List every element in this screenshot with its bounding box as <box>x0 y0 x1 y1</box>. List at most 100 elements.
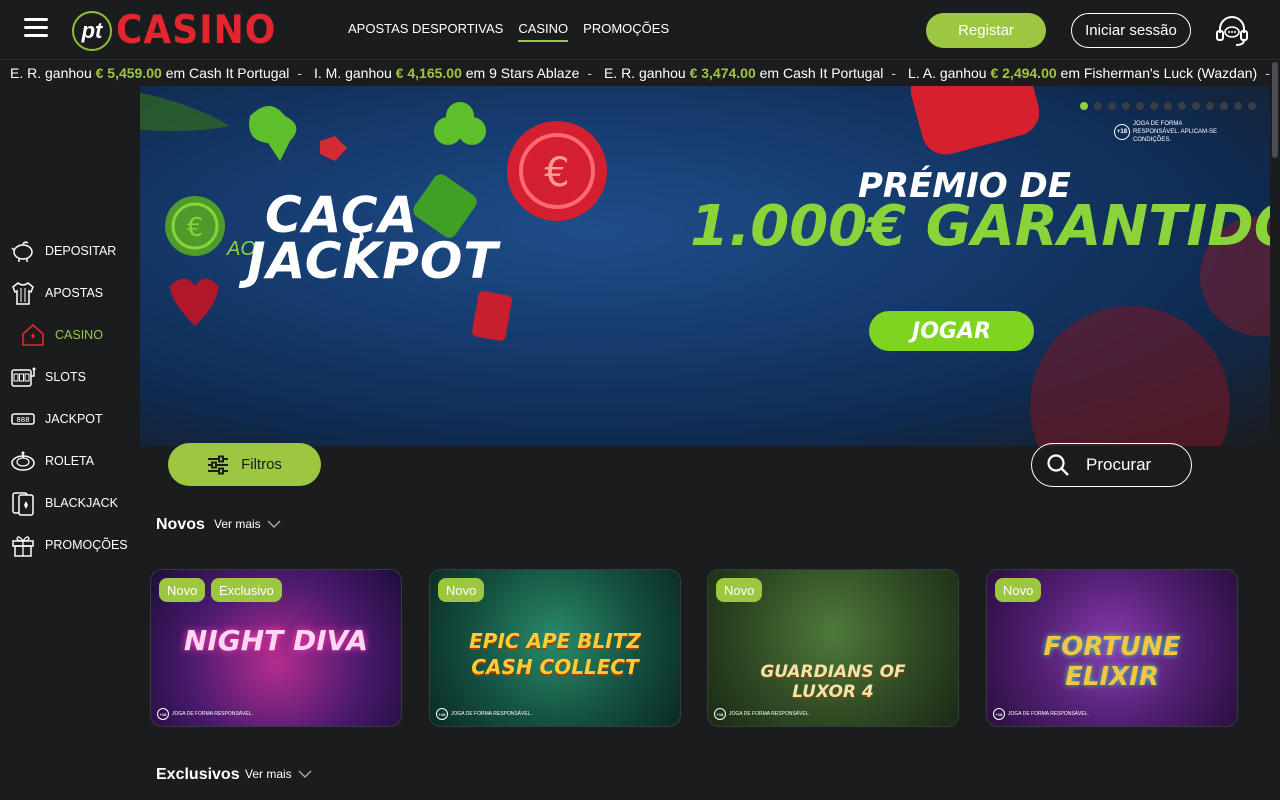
ticker-amount: € 4,165.00 <box>395 65 462 81</box>
hero-title-line2: JACKPOT <box>247 232 499 290</box>
top-bar: pt CASINO APOSTAS DESPORTIVAS CASINO PRO… <box>0 0 1280 60</box>
chevron-down-icon <box>267 520 281 528</box>
search-icon <box>1047 454 1069 476</box>
ticker-name: I. M. ganhou <box>313 65 392 81</box>
nav-promocoes[interactable]: PROMOÇÕES <box>583 21 669 42</box>
ticker-amount: € 5,459.00 <box>95 65 162 81</box>
search-placeholder: Procurar <box>1086 455 1152 474</box>
ticker-game: em Fisherman's Luck (Wazdan) <box>1060 65 1258 81</box>
game-title: NIGHT DIVA <box>183 624 369 657</box>
roulette-icon <box>11 451 35 471</box>
support-headset-icon[interactable] <box>1214 13 1250 49</box>
card-responsible-note: +18 JOGA DE FORMA RESPONSÁVEL. <box>157 708 253 720</box>
jackpot-icon: 888 <box>11 413 35 425</box>
sidebar-item-slots[interactable]: SLOTS <box>10 362 86 392</box>
game-title: GUARDIANS OF LUXOR 4 <box>760 662 906 702</box>
jogar-button[interactable]: JOGAR <box>869 311 1034 351</box>
hero-banner[interactable]: € € CAÇA AO JACKPOT PRÉMIO DE 1.000€ GAR… <box>140 86 1270 446</box>
sidebar-item-label: SLOTS <box>45 370 86 384</box>
age-badge: +18 <box>436 708 448 720</box>
winners-ticker: E. R. ganhou € 5,459.00 em Cash It Portu… <box>0 61 1280 86</box>
sidebar-item-jackpot[interactable]: 888 JACKPOT <box>10 404 103 434</box>
carousel-dot[interactable] <box>1234 102 1242 110</box>
carousel-dot[interactable] <box>1136 102 1144 110</box>
game-card-fortune-elixir[interactable]: Novo FORTUNE ELIXIR +18 JOGA DE FORMA RES… <box>986 569 1238 727</box>
scrollbar-thumb[interactable] <box>1272 62 1278 158</box>
sidebar-item-blackjack[interactable]: BLACKJACK <box>10 488 118 518</box>
game-card-guardians-of-luxor[interactable]: Novo GUARDIANS OF LUXOR 4 +18 JOGA DE FOR… <box>707 569 959 727</box>
logo[interactable]: pt CASINO <box>72 7 277 54</box>
register-button[interactable]: Registar <box>926 13 1046 48</box>
ticker-game: em Cash It Portugal <box>165 65 290 81</box>
age-badge: +18 <box>1114 124 1130 140</box>
sidebar-item-apostas[interactable]: APOSTAS <box>10 278 103 308</box>
main-nav: APOSTAS DESPORTIVAS CASINO PROMOÇÕES <box>348 21 669 42</box>
game-card-epic-ape[interactable]: Novo EPIC APE BLITZ CASH COLLECT +18 JOGA… <box>429 569 681 727</box>
sidebar-item-casino[interactable]: CASINO <box>20 320 103 350</box>
game-card-night-diva[interactable]: Novo Exclusivo NIGHT DIVA +18 JOGA DE FOR… <box>150 569 402 727</box>
carousel-dot[interactable] <box>1248 102 1256 110</box>
sidebar-item-label: JACKPOT <box>45 412 103 426</box>
carousel-dot[interactable] <box>1220 102 1228 110</box>
sliders-icon <box>208 455 229 474</box>
svg-text:€: € <box>544 150 569 196</box>
ver-mais-exclusivos[interactable]: Ver mais <box>245 767 312 781</box>
ver-mais-label: Ver mais <box>245 767 292 781</box>
badge-exclusivo: Exclusivo <box>211 578 282 602</box>
game-title: EPIC APE BLITZ CASH COLLECT <box>469 629 641 679</box>
filters-button[interactable]: Filtros <box>168 443 321 486</box>
piggy-bank-icon <box>11 241 33 262</box>
sidebar-item-label: BLACKJACK <box>45 496 118 510</box>
ticker-game: em Cash It Portugal <box>759 65 884 81</box>
ticker-separator: - <box>891 65 897 81</box>
chevron-down-icon <box>298 770 312 778</box>
jersey-icon <box>12 282 34 305</box>
section-title-exclusivos: Exclusivos <box>156 766 240 783</box>
ticker-name: E. R. ganhou <box>10 65 92 81</box>
ticker-amount: € 3,474.00 <box>689 65 756 81</box>
sidebar-item-label: PROMOÇÕES <box>45 538 128 552</box>
sidebar-item-roleta[interactable]: ROLETA <box>10 446 94 476</box>
scrollbar[interactable] <box>1270 60 1280 800</box>
login-button[interactable]: Iniciar sessão <box>1071 13 1191 48</box>
responsible-text: JOGA DE FORMA RESPONSÁVEL. APLICAM-SE CO… <box>1133 121 1218 143</box>
logo-word: CASINO <box>116 7 277 54</box>
ticker-amount: € 2,494.00 <box>990 65 1057 81</box>
nav-casino[interactable]: CASINO <box>518 21 569 42</box>
nav-apostas-desportivas[interactable]: APOSTAS DESPORTIVAS <box>348 21 503 42</box>
svg-text:€: € <box>187 213 204 243</box>
card-responsible-text: JOGA DE FORMA RESPONSÁVEL. <box>1008 711 1089 717</box>
sidebar-item-promocoes[interactable]: PROMOÇÕES <box>10 530 128 560</box>
carousel-dot[interactable] <box>1080 102 1088 110</box>
carousel-dot[interactable] <box>1108 102 1116 110</box>
carousel-dot[interactable] <box>1150 102 1158 110</box>
badge-novo: Novo <box>716 578 763 602</box>
card-responsible-note: +18 JOGA DE FORMA RESPONSÁVEL. <box>436 708 532 720</box>
search-input[interactable]: Procurar <box>1031 443 1192 487</box>
carousel-dot[interactable] <box>1178 102 1186 110</box>
ticker-name: L. A. ganhou <box>907 65 987 81</box>
carousel-dot[interactable] <box>1164 102 1172 110</box>
sidebar-item-label: CASINO <box>55 328 103 342</box>
logo-pt: pt <box>72 10 112 51</box>
sidebar-item-label: DEPOSITAR <box>45 244 117 258</box>
ver-mais-novos[interactable]: Ver mais <box>214 517 281 531</box>
carousel-dot[interactable] <box>1206 102 1214 110</box>
hero-prize-line2: 1.000€ GARANTIDO <box>690 194 1270 259</box>
carousel-dot[interactable] <box>1122 102 1130 110</box>
card-responsible-note: +18 JOGA DE FORMA RESPONSÁVEL. <box>714 708 810 720</box>
main-content: € € CAÇA AO JACKPOT PRÉMIO DE 1.000€ GAR… <box>140 86 1270 800</box>
carousel-dot[interactable] <box>1094 102 1102 110</box>
age-badge: +18 <box>157 708 169 720</box>
filters-label: Filtros <box>241 456 282 473</box>
badge-novo: Novo <box>438 578 485 602</box>
hamburger-menu-icon[interactable] <box>24 18 48 38</box>
badge-novo: Novo <box>159 578 206 602</box>
cards-icon <box>12 492 34 516</box>
slot-machine-icon <box>11 367 36 387</box>
casino-house-icon <box>22 323 44 346</box>
carousel-dot[interactable] <box>1192 102 1200 110</box>
sidebar-item-depositar[interactable]: DEPOSITAR <box>10 236 116 266</box>
ticker-separator: - <box>297 65 303 81</box>
sidebar-item-label: APOSTAS <box>45 286 104 300</box>
